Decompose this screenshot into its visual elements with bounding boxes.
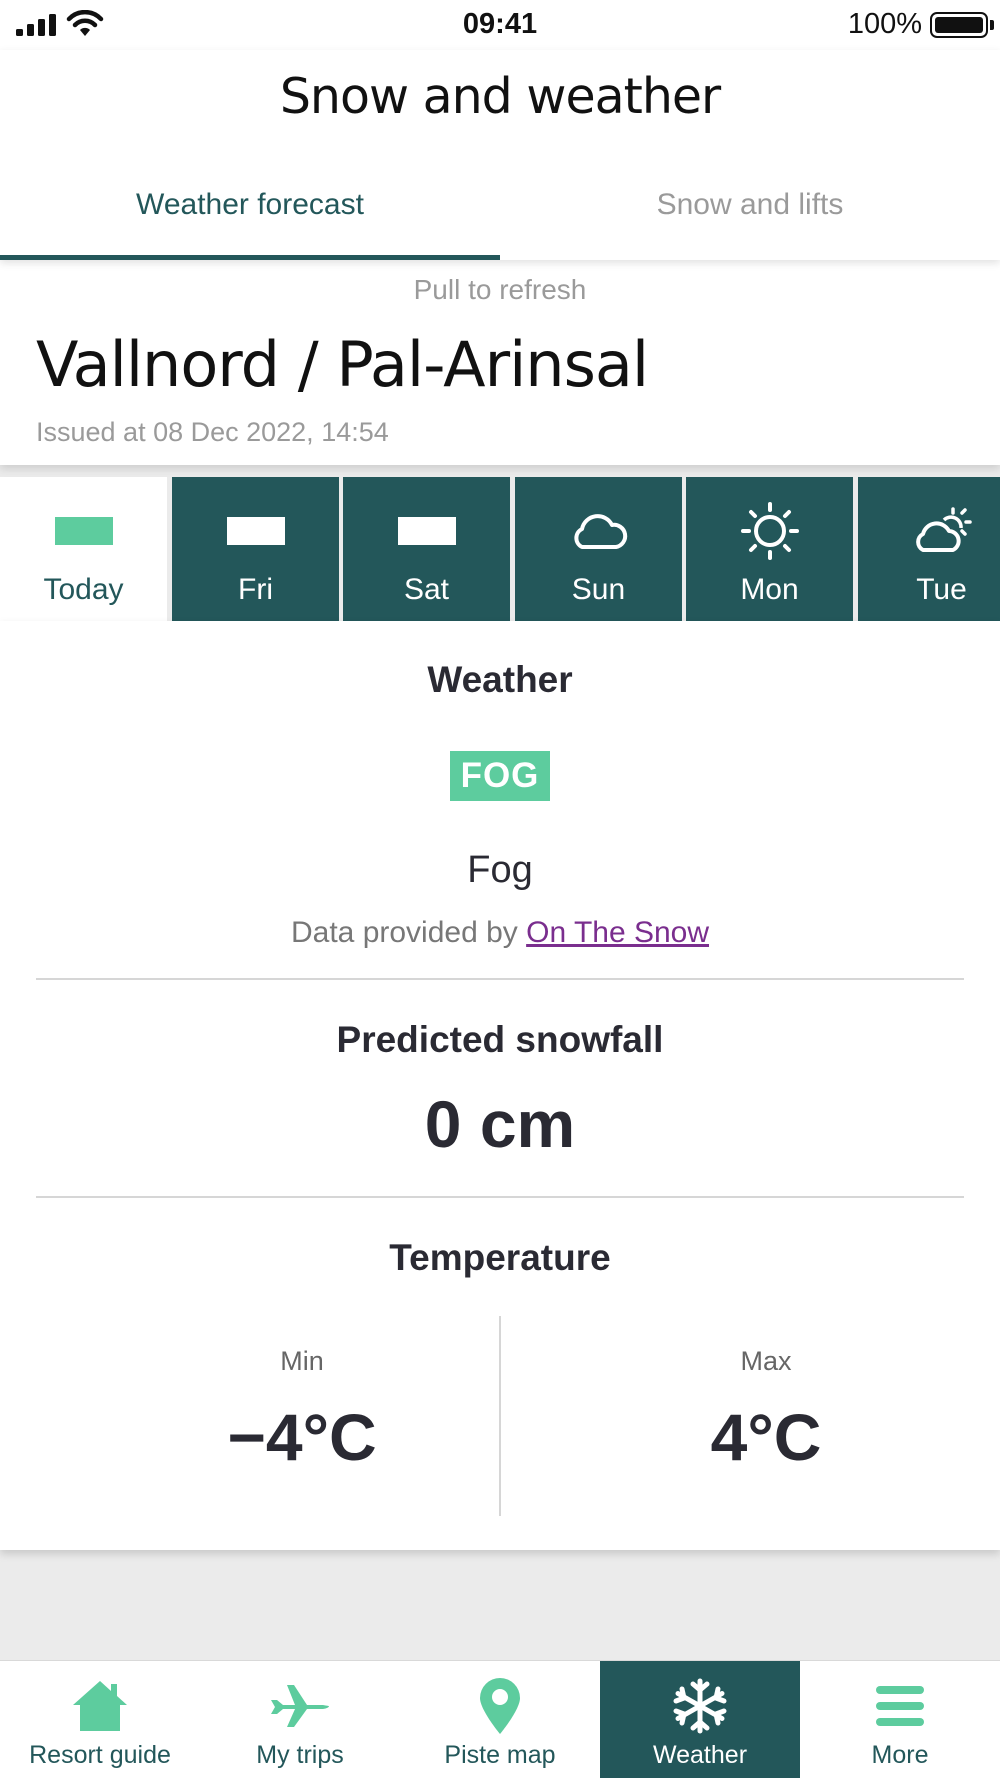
snowfall-value: 0 cm: [424, 1087, 576, 1161]
forecast-detail: Weather FOG Fog Data provided by On The …: [0, 621, 1000, 1550]
weather-condition: Fog: [467, 849, 533, 891]
day-label: Tue: [916, 573, 967, 606]
battery-icon: [930, 12, 988, 38]
temp-min-column: Min −4°C: [52, 1346, 552, 1475]
header: Snow and weather Weather forecast Snow a…: [0, 50, 1000, 260]
day-tab-sun[interactable]: Sun: [515, 477, 682, 621]
snowflake-icon: [600, 1675, 800, 1737]
temp-max-label: Max: [740, 1346, 792, 1376]
temp-min-label: Min: [280, 1346, 324, 1376]
sun-icon: [686, 502, 853, 560]
tabbar-label: My trips: [256, 1741, 344, 1769]
battery-percent: 100%: [847, 8, 922, 40]
tabbar-label: Resort guide: [29, 1741, 171, 1769]
tabbar-more[interactable]: More: [800, 1661, 1000, 1778]
issued-timestamp: Issued at 08 Dec 2022, 14:54: [36, 417, 389, 447]
cloud-icon: [515, 505, 682, 557]
temp-min-value: −4°C: [227, 1400, 377, 1474]
vertical-divider: [499, 1316, 501, 1516]
bottom-tab-bar: Resort guide My trips Piste map Weather …: [0, 1660, 1000, 1778]
pull-to-refresh-hint: Pull to refresh: [413, 274, 587, 305]
data-provider: Data provided by On The Snow: [0, 916, 1000, 950]
temp-max-column: Max 4°C: [516, 1346, 1000, 1475]
day-label: Sat: [403, 573, 450, 606]
day-label: Fri: [238, 573, 273, 606]
weather-title: Weather: [427, 659, 573, 700]
tabbar-label: Piste map: [444, 1741, 556, 1769]
temp-max-value: 4°C: [710, 1400, 822, 1474]
day-tab-fri[interactable]: Fri: [172, 477, 339, 621]
fog-badge-icon: FOG: [450, 751, 550, 801]
menu-icon: [800, 1675, 1000, 1737]
plane-icon: [200, 1675, 400, 1737]
provider-link[interactable]: On The Snow: [526, 916, 709, 949]
snowfall-title: Predicted snowfall: [336, 1019, 664, 1060]
tab-snow-and-lifts[interactable]: Snow and lifts: [500, 150, 1000, 260]
tabbar-label: More: [871, 1741, 929, 1769]
day-tab-tue[interactable]: Tue: [858, 477, 1000, 621]
fog-icon: [172, 505, 339, 557]
tabbar-my-trips[interactable]: My trips: [200, 1661, 400, 1778]
day-tab-mon[interactable]: Mon: [686, 477, 853, 621]
day-label: Mon: [740, 573, 799, 606]
day-selector: Today Fri Sat Sun Mon Tue: [0, 477, 1000, 621]
tabbar-resort-guide[interactable]: Resort guide: [0, 1661, 200, 1778]
map-pin-icon: [400, 1675, 600, 1737]
temperature-title: Temperature: [389, 1237, 611, 1278]
status-bar: 09:41 100%: [0, 0, 1000, 50]
fog-icon: [0, 505, 167, 557]
partly-cloudy-icon: [858, 505, 1000, 557]
battery-tip: [990, 20, 994, 30]
day-tab-today[interactable]: Today: [0, 477, 167, 621]
page-title: Snow and weather: [279, 68, 721, 125]
home-icon: [0, 1675, 200, 1737]
provider-prefix: Data provided by: [290, 916, 527, 949]
divider: [36, 1196, 964, 1198]
day-label: Today: [43, 573, 124, 606]
fog-icon: [343, 505, 510, 557]
day-label: Sun: [571, 573, 626, 606]
tabbar-piste-map[interactable]: Piste map: [400, 1661, 600, 1778]
tabbar-label: Weather: [652, 1741, 748, 1769]
tab-weather-forecast[interactable]: Weather forecast: [0, 150, 500, 260]
resort-name: Vallnord / Pal-Arinsal: [36, 328, 649, 401]
day-tab-sat[interactable]: Sat: [343, 477, 510, 621]
resort-header: Pull to refresh Vallnord / Pal-Arinsal I…: [0, 260, 1000, 465]
tabbar-weather[interactable]: Weather: [600, 1661, 800, 1778]
divider: [36, 978, 964, 980]
